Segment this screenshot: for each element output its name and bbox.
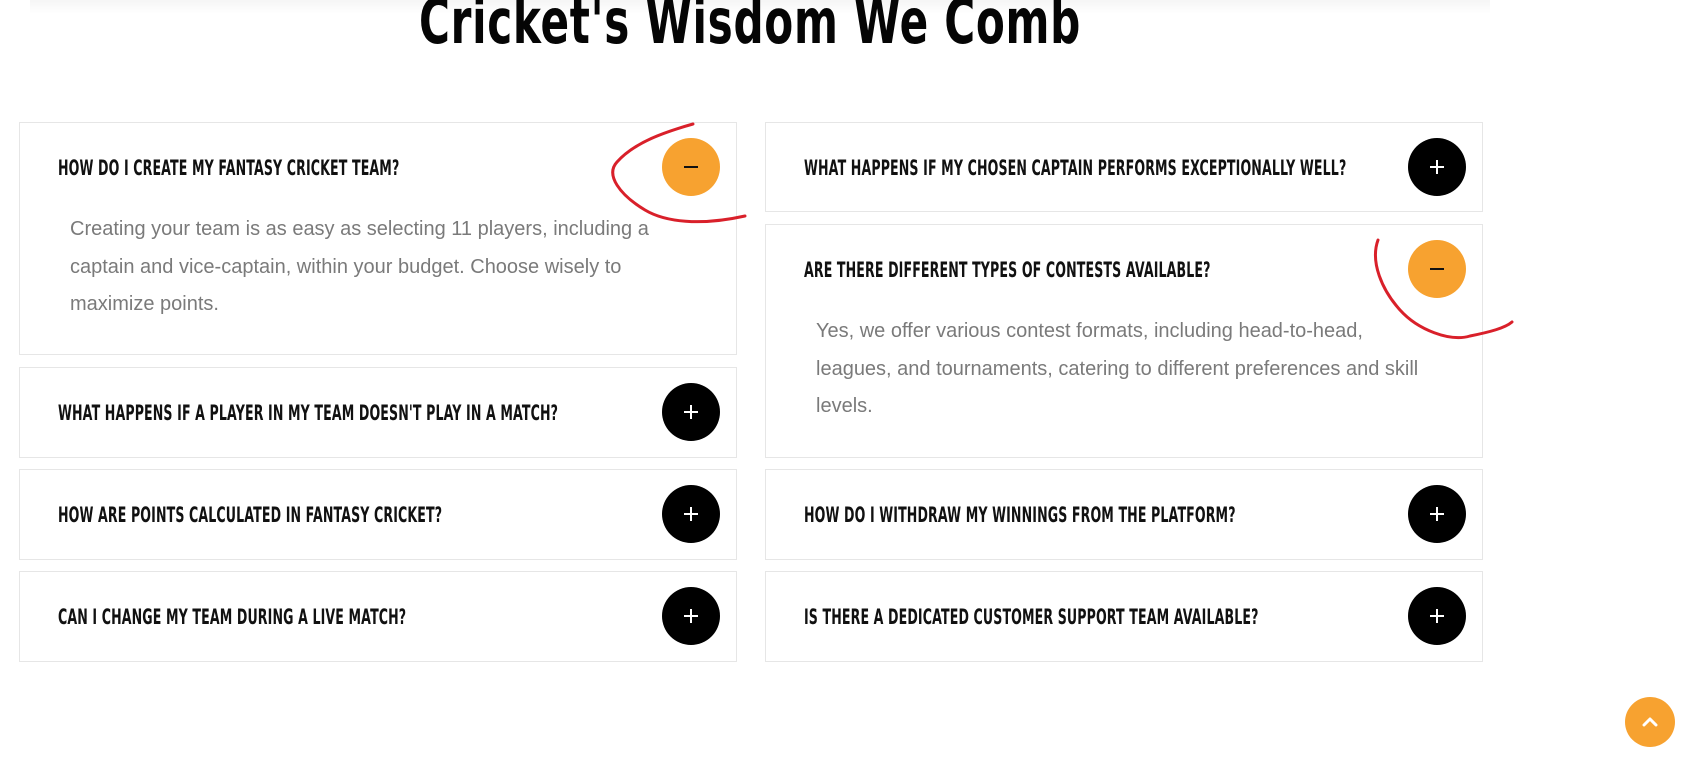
faq-item-create-team: How do I create my fantasy cricket team?… — [19, 122, 737, 355]
faq-question[interactable]: How are points calculated in fantasy cri… — [58, 503, 442, 527]
scroll-to-top-button[interactable] — [1625, 697, 1675, 747]
faq-question[interactable]: What happens if my chosen captain perfor… — [804, 156, 1346, 180]
faq-question[interactable]: How do I withdraw my winnings from the p… — [804, 503, 1236, 527]
faq-answer: Creating your team is as easy as selecti… — [70, 218, 649, 315]
faq-question[interactable]: Are there different types of contests av… — [804, 258, 1211, 282]
expand-button[interactable] — [662, 485, 720, 543]
faq-item-change-team-live: Can I change my team during a live match… — [19, 571, 737, 662]
faq-question[interactable]: Is there a dedicated customer support te… — [804, 605, 1259, 629]
plus-icon — [684, 609, 698, 623]
plus-icon — [1430, 609, 1444, 623]
expand-button[interactable] — [1408, 138, 1466, 196]
plus-icon — [684, 507, 698, 521]
faq-item-withdraw-winnings: How do I withdraw my winnings from the p… — [765, 469, 1483, 560]
expand-button[interactable] — [1408, 485, 1466, 543]
faq-item-points-calculated: How are points calculated in fantasy cri… — [19, 469, 737, 560]
chevron-up-icon — [1642, 717, 1658, 727]
faq-item-captain-performs: What happens if my chosen captain perfor… — [765, 122, 1483, 212]
collapse-button[interactable] — [662, 138, 720, 196]
faq-question[interactable]: What happens if a player in my team does… — [58, 401, 558, 425]
faq-item-customer-support: Is there a dedicated customer support te… — [765, 571, 1483, 662]
plus-icon — [684, 405, 698, 419]
plus-icon — [1430, 507, 1444, 521]
faq-answer: Yes, we offer various contest formats, i… — [816, 320, 1419, 417]
minus-icon — [684, 166, 698, 168]
minus-icon — [1430, 268, 1444, 270]
faq-item-contest-types: Are there different types of contests av… — [765, 224, 1483, 458]
expand-button[interactable] — [1408, 587, 1466, 645]
faq-section: Cricket's Wisdom We Comb How do I create… — [0, 0, 1692, 765]
expand-button[interactable] — [662, 383, 720, 441]
faq-question[interactable]: Can I change my team during a live match… — [58, 605, 406, 629]
collapse-button[interactable] — [1408, 240, 1466, 298]
faq-item-player-doesnt-play: What happens if a player in my team does… — [19, 367, 737, 458]
section-heading: Cricket's Wisdom We Comb — [419, 0, 1081, 58]
expand-button[interactable] — [662, 587, 720, 645]
faq-question[interactable]: How do I create my fantasy cricket team? — [58, 156, 399, 180]
plus-icon — [1430, 160, 1444, 174]
